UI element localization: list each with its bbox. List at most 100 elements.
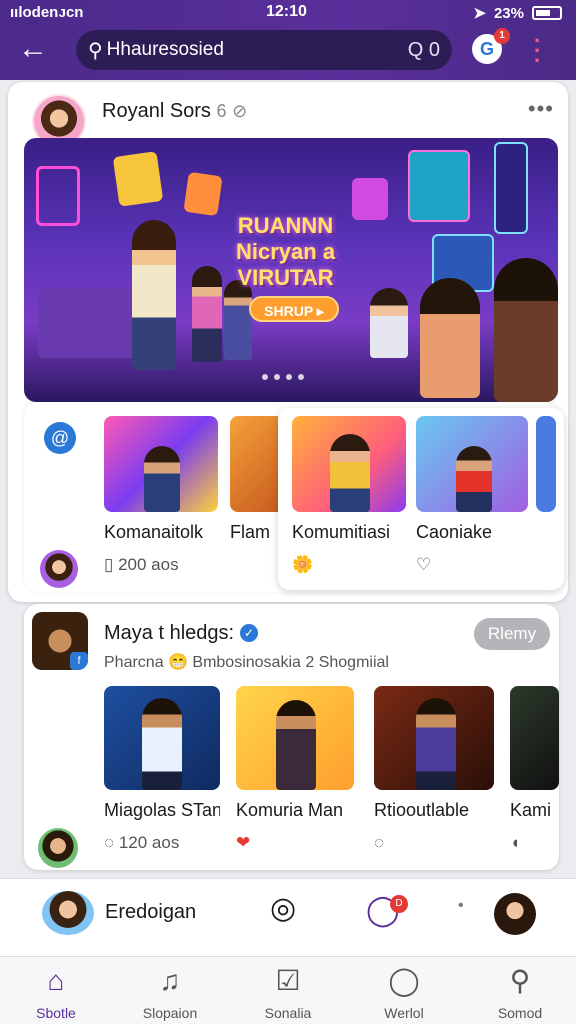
- status-right: ➤ 23%: [473, 4, 562, 22]
- chat-icon: ◯: [388, 965, 420, 996]
- viewer-figure: [494, 258, 558, 402]
- content-tile[interactable]: Caoniake ♡: [416, 416, 528, 575]
- follow-button[interactable]: Rlemy: [474, 618, 550, 650]
- comment-icon[interactable]: ◌: [374, 833, 494, 853]
- selected-tile-group: Komumitiasi 🌼 Caoniake ♡: [278, 408, 564, 590]
- battery-icon: [532, 6, 562, 20]
- link-icon[interactable]: @: [44, 422, 76, 454]
- tab-label: Slopaion: [142, 1005, 198, 1021]
- tile-title: Caoniake: [416, 522, 493, 542]
- heart-icon[interactable]: ❤: [236, 833, 354, 853]
- video-title: Miagolas STan: [104, 800, 220, 820]
- video-thumbnail: [236, 686, 354, 790]
- video-tile[interactable]: Komuria Man ❤: [236, 686, 354, 853]
- tab-label: Werlol: [384, 1005, 424, 1021]
- facebook-badge-icon: f: [70, 652, 88, 670]
- author-suffix: 6: [216, 101, 227, 121]
- video-title: Kami: [510, 800, 552, 820]
- tile-thumbnail: [292, 416, 406, 512]
- location-icon: ➤: [473, 5, 486, 22]
- carrier-label: ıılodenᴊcn: [10, 4, 84, 21]
- dancer-figure: [224, 280, 252, 360]
- profile-avatar[interactable]: [494, 893, 536, 935]
- search-filter-icon[interactable]: Q 0: [408, 39, 440, 62]
- tile-title: Komumitiasi: [292, 522, 391, 542]
- video-thumbnail: [374, 686, 494, 790]
- video-meta-text: 120 aos: [118, 833, 180, 852]
- story-label[interactable]: Eredoigan: [105, 901, 196, 924]
- tab-check[interactable]: ☑ Sonalia: [238, 965, 338, 1021]
- dot-icon: •: [458, 897, 464, 914]
- search-bar[interactable]: ⚲ Hhauresosied Q 0: [76, 30, 452, 70]
- tab-search[interactable]: ⚲ Somod: [470, 965, 570, 1021]
- video-title: Rtiooutlable: [374, 800, 470, 820]
- carousel-indicator[interactable]: [262, 374, 304, 380]
- poster-graphic: [112, 151, 164, 207]
- bottom-tab-bar: ⌂ Sbotle ♫ Slopaion ☑ Sonalia ◯ Werlol ⚲…: [0, 956, 576, 1024]
- tile-thumbnail: [230, 416, 284, 512]
- notification-badge: 1: [494, 28, 510, 44]
- neon-sign-graphic: [36, 166, 80, 226]
- commenter-avatar[interactable]: [38, 828, 78, 868]
- back-arrow-icon[interactable]: ←: [18, 34, 52, 68]
- video-tile[interactable]: Rtiooutlable ◌: [374, 686, 494, 853]
- comment-icon: ◌: [104, 833, 115, 852]
- home-icon: ⌂: [47, 965, 65, 996]
- content-tile[interactable]: Komanaitolk ▯ 200 aos: [104, 416, 218, 575]
- story-bar: Eredoigan ◎ ◯ D •: [0, 878, 576, 956]
- search-icon: ⚲: [509, 965, 531, 996]
- post-card-creator: f Maya t hledgs: ✓ Pharcna 😁 Bmbosinosaki…: [24, 604, 559, 870]
- heart-icon[interactable]: ♡: [416, 555, 528, 575]
- tile-meta-text: 200 aos: [118, 555, 179, 574]
- creator-name-text: Maya t hledgs:: [104, 622, 235, 644]
- sticker-icon[interactable]: 🌼: [292, 555, 406, 575]
- video-meta: ◌ 120 aos: [104, 833, 220, 853]
- tile-title: Flam: [230, 522, 270, 542]
- app-logo: G: [479, 39, 494, 59]
- account-button[interactable]: G 1: [472, 28, 510, 64]
- search-input[interactable]: Hhauresosied: [107, 39, 408, 61]
- more-options-icon[interactable]: •••: [528, 96, 554, 122]
- overflow-menu-icon[interactable]: · · ·: [534, 30, 541, 72]
- verified-icon: ✓: [240, 624, 259, 642]
- story-avatar[interactable]: [42, 891, 94, 935]
- hero-title-line: Nicryan a: [236, 239, 336, 264]
- tile-meta: ▯ 200 aos: [104, 555, 218, 575]
- tab-label: Sonalia: [264, 1005, 312, 1021]
- tile-thumbnail: [416, 416, 528, 512]
- phone-icon: ▯: [104, 555, 114, 574]
- tab-label: Sbotle: [36, 1005, 76, 1021]
- tab-messages[interactable]: ◯ Werlol: [354, 965, 454, 1021]
- hero-banner[interactable]: RUANNN Nicryan a VIRUTAR SHRUP ▸: [24, 138, 558, 402]
- commenter-avatar[interactable]: [40, 550, 78, 588]
- hero-title-line: RUANNN: [237, 213, 334, 238]
- author-name: Royanl Sors: [102, 100, 211, 122]
- video-tile[interactable]: Miagolas STan ◌ 120 aos: [104, 686, 220, 853]
- clock-icon: ⊘: [232, 101, 248, 121]
- creator-avatar[interactable]: f: [32, 612, 88, 670]
- hero-headline: RUANNN Nicryan a VIRUTAR: [236, 213, 335, 291]
- seated-figure: [370, 288, 408, 358]
- battery-percent: 23%: [493, 4, 524, 22]
- camera-icon[interactable]: ◎: [270, 891, 296, 926]
- creator-name[interactable]: Maya t hledgs: ✓: [104, 622, 259, 645]
- tile-thumbnail: [104, 416, 218, 512]
- tile-thumbnail: [536, 416, 556, 512]
- screen-graphic: [408, 150, 470, 222]
- video-thumbnail: [104, 686, 220, 790]
- content-tile[interactable]: [536, 416, 556, 512]
- desk-graphic: [38, 288, 138, 358]
- bell-icon: ♫: [159, 965, 181, 996]
- screen-graphic: [494, 142, 528, 234]
- hero-cta-button[interactable]: SHRUP ▸: [249, 296, 339, 322]
- top-bar: ıılodenᴊcn 12:10 ➤ 23% ← ⚲ Hhauresosied …: [0, 0, 576, 80]
- post-author[interactable]: Royanl Sors 6 ⊘: [102, 100, 247, 123]
- tab-notifications[interactable]: ♫ Slopaion: [120, 965, 220, 1021]
- content-tile[interactable]: Komumitiasi 🌼: [292, 416, 406, 575]
- content-tile[interactable]: Flam: [230, 416, 284, 543]
- tab-label: Somod: [497, 1005, 543, 1021]
- lock-icon[interactable]: ◖: [510, 833, 559, 853]
- video-tile[interactable]: Kami ◖: [510, 686, 559, 853]
- poster-graphic: [352, 178, 388, 220]
- tab-home[interactable]: ⌂ Sbotle: [6, 965, 106, 1021]
